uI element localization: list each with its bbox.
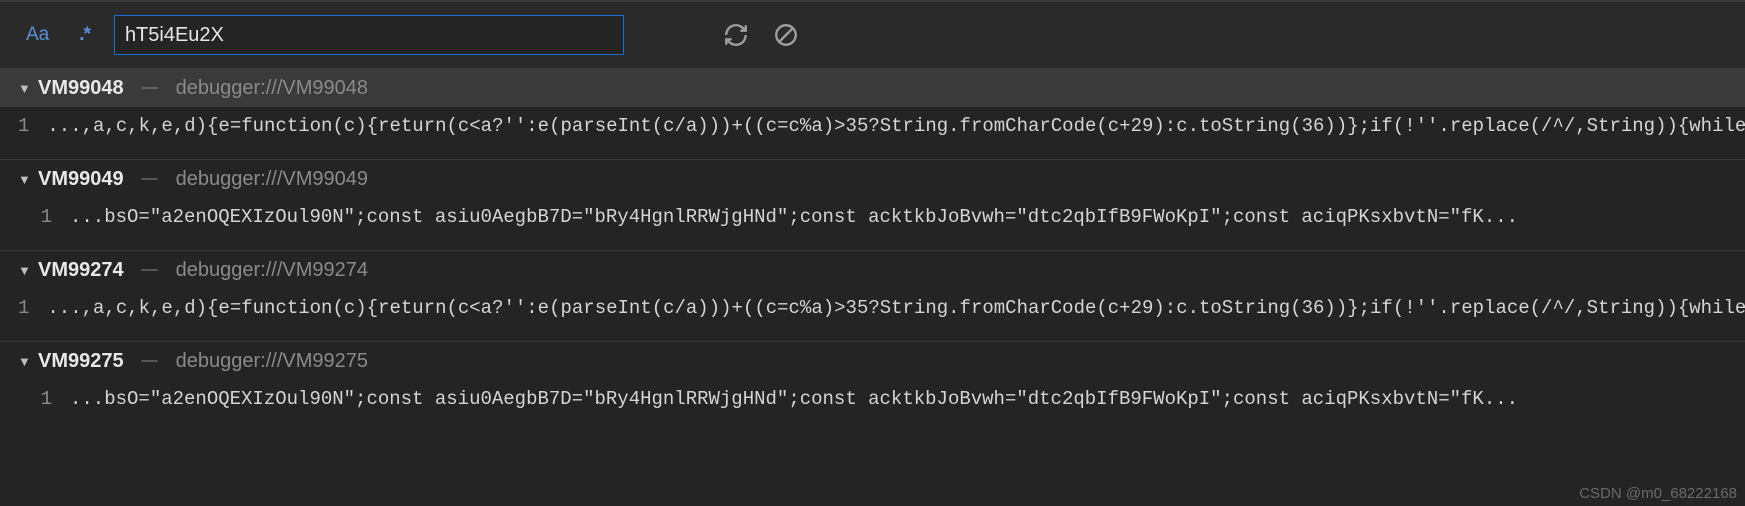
regex-toggle[interactable]: .*	[73, 22, 96, 48]
separator: —	[142, 352, 158, 370]
refresh-icon[interactable]	[720, 19, 752, 51]
line-number: 1	[18, 115, 29, 137]
search-input[interactable]	[114, 15, 624, 55]
line-number: 1	[18, 297, 29, 319]
source-name: VM99048	[38, 77, 124, 100]
watermark: CSDN @m0_68222168	[1579, 485, 1737, 502]
source-path: debugger:///VM99274	[176, 259, 368, 282]
line-number: 1	[18, 388, 52, 410]
separator: —	[142, 170, 158, 188]
cancel-icon[interactable]	[770, 19, 802, 51]
result-header[interactable]: ▼ VM99275 — debugger:///VM99275	[0, 342, 1745, 380]
line-number: 1	[18, 206, 52, 228]
result-group: ▼ VM99049 — debugger:///VM99049 1 ...bsO="a2e…	[0, 159, 1745, 236]
chevron-down-icon: ▼	[18, 172, 30, 187]
case-sensitive-toggle[interactable]: Aa	[20, 22, 55, 48]
line-text: ...,a,c,k,e,d){e=function(c){return(c<a?…	[47, 115, 1745, 137]
result-group: ▼ VM99048 — debugger:///VM99048 1 ...,a,c,k,e…	[0, 68, 1745, 145]
source-name: VM99049	[38, 168, 124, 191]
result-header[interactable]: ▼ VM99274 — debugger:///VM99274	[0, 251, 1745, 289]
result-group: ▼ VM99274 — debugger:///VM99274 1 ...,a,c,k,e…	[0, 250, 1745, 327]
chevron-down-icon: ▼	[18, 263, 30, 278]
source-name: VM99275	[38, 350, 124, 373]
line-text: ...bsO="a2enOQEXIzOul90N";const asiu0Aeg…	[70, 388, 1518, 410]
source-path: debugger:///VM99275	[176, 350, 368, 373]
separator: —	[142, 261, 158, 279]
source-name: VM99274	[38, 259, 124, 282]
separator: —	[142, 79, 158, 97]
result-header[interactable]: ▼ VM99048 — debugger:///VM99048	[0, 69, 1745, 107]
result-header[interactable]: ▼ VM99049 — debugger:///VM99049	[0, 160, 1745, 198]
result-line[interactable]: 1 ...bsO="a2enOQEXIzOul90N";const asiu0Ae…	[0, 380, 1745, 418]
source-path: debugger:///VM99049	[176, 168, 368, 191]
source-path: debugger:///VM99048	[176, 77, 368, 100]
result-group: ▼ VM99275 — debugger:///VM99275 1 ...bsO="a2e…	[0, 341, 1745, 418]
search-results: ▼ VM99048 — debugger:///VM99048 1 ...,a,c,k,e…	[0, 68, 1745, 506]
result-line[interactable]: 1 ...,a,c,k,e,d){e=function(c){return(c<a…	[0, 289, 1745, 327]
result-line[interactable]: 1 ...,a,c,k,e,d){e=function(c){return(c<a…	[0, 107, 1745, 145]
result-line[interactable]: 1 ...bsO="a2enOQEXIzOul90N";const asiu0Ae…	[0, 198, 1745, 236]
chevron-down-icon: ▼	[18, 354, 30, 369]
search-toolbar: Aa .*	[0, 0, 1745, 68]
line-text: ...bsO="a2enOQEXIzOul90N";const asiu0Aeg…	[70, 206, 1518, 228]
chevron-down-icon: ▼	[18, 81, 30, 96]
line-text: ...,a,c,k,e,d){e=function(c){return(c<a?…	[47, 297, 1745, 319]
